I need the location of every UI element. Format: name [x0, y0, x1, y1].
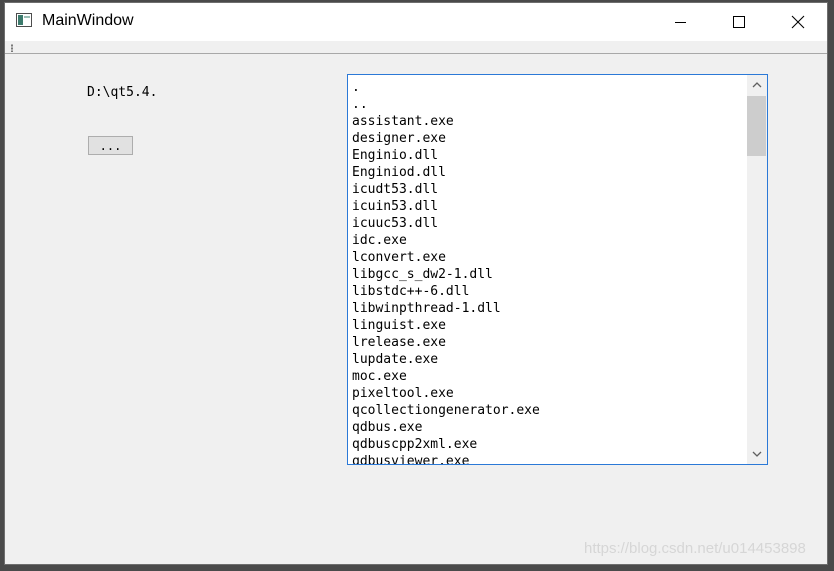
minimize-icon [675, 22, 686, 23]
chevron-down-icon [752, 451, 762, 457]
maximize-button[interactable] [710, 3, 768, 41]
maximize-icon [733, 16, 745, 28]
file-list-items: ... assistant.exe designer.exe Enginio.dll E… [348, 79, 746, 464]
list-item[interactable]: qdbus.exe [348, 419, 746, 436]
watermark: https://blog.csdn.net/u014453898 [584, 540, 806, 557]
list-item[interactable]: Enginio.dll [348, 147, 746, 164]
list-item[interactable]: libgcc_s_dw2-1.dll [348, 266, 746, 283]
title-bar[interactable]: MainWindow [5, 3, 827, 41]
scroll-thumb[interactable] [747, 96, 766, 156]
list-item[interactable]: qcollectiongenerator.exe [348, 402, 746, 419]
vertical-scrollbar[interactable] [747, 75, 767, 464]
path-label: D:\qt5.4. [87, 85, 158, 100]
list-item[interactable]: idc.exe [348, 232, 746, 249]
list-item[interactable]: . [348, 79, 746, 96]
window-title: MainWindow [42, 12, 134, 29]
list-item[interactable]: libwinpthread-1.dll [348, 300, 746, 317]
list-item[interactable]: Enginiod.dll [348, 164, 746, 181]
app-icon [16, 13, 32, 27]
toolbar-grip-icon[interactable] [11, 44, 13, 52]
main-window: MainWindow D:\qt5.4. ... ... assistant.ex… [4, 2, 828, 565]
list-item[interactable]: lrelease.exe [348, 334, 746, 351]
toolbar [5, 41, 827, 54]
list-item[interactable]: linguist.exe [348, 317, 746, 334]
list-item[interactable]: icuuc53.dll [348, 215, 746, 232]
browse-button[interactable]: ... [88, 136, 133, 155]
list-item[interactable]: moc.exe [348, 368, 746, 385]
list-item[interactable]: .. [348, 96, 746, 113]
close-icon [791, 15, 805, 29]
list-item[interactable]: assistant.exe [348, 113, 746, 130]
list-item[interactable]: designer.exe [348, 130, 746, 147]
list-item[interactable]: icudt53.dll [348, 181, 746, 198]
file-list[interactable]: ... assistant.exe designer.exe Enginio.dll E… [347, 74, 768, 465]
scroll-up-button[interactable] [747, 75, 767, 95]
scroll-down-button[interactable] [747, 444, 767, 464]
list-item[interactable]: qdbusviewer.exe [348, 453, 746, 464]
minimize-button[interactable] [651, 3, 709, 41]
list-item[interactable]: qdbuscpp2xml.exe [348, 436, 746, 453]
list-item[interactable]: pixeltool.exe [348, 385, 746, 402]
chevron-up-icon [752, 82, 762, 88]
list-item[interactable]: lconvert.exe [348, 249, 746, 266]
close-button[interactable] [769, 3, 827, 41]
list-item[interactable]: icuin53.dll [348, 198, 746, 215]
list-item[interactable]: lupdate.exe [348, 351, 746, 368]
list-item[interactable]: libstdc++-6.dll [348, 283, 746, 300]
